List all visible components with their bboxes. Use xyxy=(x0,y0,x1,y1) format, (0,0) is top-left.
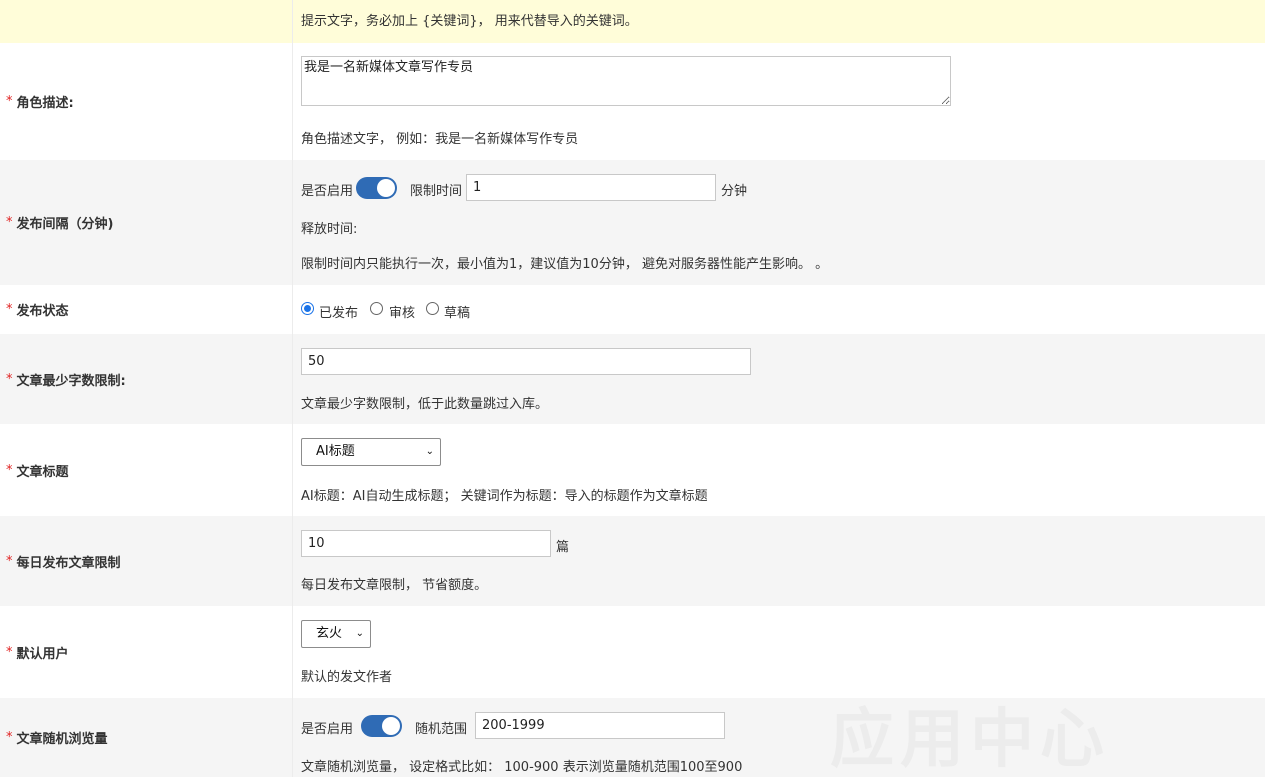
required-mark: * xyxy=(6,462,13,478)
toggle-knob xyxy=(377,179,395,197)
random-views-enable-toggle[interactable] xyxy=(361,715,402,737)
chevron-down-icon: ⌄ xyxy=(355,628,364,639)
min-words-label-text: 文章最少字数限制: xyxy=(16,373,126,389)
status-label-text: 发布状态 xyxy=(16,304,69,319)
required-mark: * xyxy=(6,371,13,387)
default-user-label-text: 默认用户 xyxy=(16,646,69,662)
status-row: * 发布状态 已发布 审核 草稿 xyxy=(0,285,1265,334)
required-mark: * xyxy=(6,94,13,109)
status-radio-draft[interactable] xyxy=(426,302,439,315)
random-views-label: * 文章随机浏览量 xyxy=(0,698,293,777)
daily-limit-label-text: 每日发布文章限制 xyxy=(16,555,121,571)
default-user-label: * 默认用户 xyxy=(0,606,293,698)
required-mark: * xyxy=(6,644,13,660)
title-mode-label-text: 文章标题 xyxy=(16,464,69,480)
daily-limit-input[interactable]: 10 xyxy=(301,530,551,557)
status-option-review[interactable]: 审核 xyxy=(389,302,415,321)
interval-help-text: 限制时间内只能执行一次，最小值为1，建议值为10分钟， 避免对服务器性能产生影响… xyxy=(301,257,829,272)
title-mode-row: * 文章标题 AI标题 ⌄ AI标题：AI自动生成标题； 关键词作为标题：导入的… xyxy=(0,424,1265,516)
status-option-draft[interactable]: 草稿 xyxy=(444,302,470,321)
hint-row: 提示文字，务必加上 {关键词}， 用来代替导入的关键词。 xyxy=(0,0,1265,43)
daily-limit-label: * 每日发布文章限制 xyxy=(0,516,293,606)
toggle-knob xyxy=(382,717,400,735)
role-row: * 角色描述: 我是一名新媒体文章写作专员 角色描述文字， 例如：我是一名新媒体… xyxy=(0,43,1265,160)
title-mode-label: * 文章标题 xyxy=(0,424,293,516)
role-description-textarea[interactable]: 我是一名新媒体文章写作专员 xyxy=(301,56,951,106)
role-help-text: 角色描述文字， 例如：我是一名新媒体写作专员 xyxy=(301,132,579,147)
required-mark: * xyxy=(6,553,13,569)
interval-limit-label: 限制时间 xyxy=(410,184,463,199)
required-mark: * xyxy=(6,302,13,317)
min-words-input[interactable]: 50 xyxy=(301,348,751,375)
title-mode-select[interactable]: AI标题 ⌄ xyxy=(301,438,441,466)
role-label: * 角色描述: xyxy=(0,43,293,160)
interval-enable-label: 是否启用 xyxy=(301,184,354,199)
title-mode-help-text: AI标题：AI自动生成标题； 关键词作为标题：导入的标题作为文章标题 xyxy=(301,489,708,504)
status-option-published[interactable]: 已发布 xyxy=(319,302,358,321)
min-words-label: * 文章最少字数限制: xyxy=(0,334,293,424)
random-views-range-label: 随机范围 xyxy=(415,722,468,737)
random-views-help-text: 文章随机浏览量， 设定格式比如： 100-900 表示浏览量随机范围100至90… xyxy=(301,760,743,775)
watermark-logo: 应用中心 xyxy=(830,703,1110,777)
status-radio-published[interactable] xyxy=(301,302,314,315)
interval-label: * 发布间隔（分钟) xyxy=(0,160,293,285)
interval-release-label: 释放时间: xyxy=(301,222,358,237)
random-views-label-text: 文章随机浏览量 xyxy=(16,732,108,747)
default-user-help-text: 默认的发文作者 xyxy=(301,670,393,685)
daily-limit-help-text: 每日发布文章限制， 节省额度。 xyxy=(301,578,488,593)
interval-label-text: 发布间隔（分钟) xyxy=(16,217,114,232)
required-mark: * xyxy=(6,215,13,230)
default-user-row: * 默认用户 玄火 ⌄ 默认的发文作者 xyxy=(0,606,1265,698)
daily-limit-row: * 每日发布文章限制 10 篇 每日发布文章限制， 节省额度。 xyxy=(0,516,1265,606)
required-mark: * xyxy=(6,730,13,745)
min-words-row: * 文章最少字数限制: 50 文章最少字数限制，低于此数量跳过入库。 xyxy=(0,334,1265,424)
status-radio-review[interactable] xyxy=(370,302,383,315)
random-views-range-input[interactable]: 200-1999 xyxy=(475,712,725,739)
min-words-help-text: 文章最少字数限制，低于此数量跳过入库。 xyxy=(301,397,549,412)
hint-row-value-cell: 提示文字，务必加上 {关键词}， 用来代替导入的关键词。 xyxy=(293,0,1265,43)
interval-row: * 发布间隔（分钟) 是否启用 限制时间 1 分钟 释放时间: 限制时间内只能执… xyxy=(0,160,1265,285)
hint-row-label-cell xyxy=(0,0,293,43)
interval-enable-toggle[interactable] xyxy=(356,177,397,199)
title-mode-selected: AI标题 xyxy=(316,444,355,459)
hint-text: 提示文字，务必加上 {关键词}， 用来代替导入的关键词。 xyxy=(301,14,638,29)
daily-limit-unit: 篇 xyxy=(556,540,570,555)
default-user-selected: 玄火 xyxy=(316,626,343,641)
interval-limit-input[interactable]: 1 xyxy=(466,174,716,201)
random-views-enable-label: 是否启用 xyxy=(301,722,354,737)
chevron-down-icon: ⌄ xyxy=(425,446,434,457)
role-label-text: 角色描述: xyxy=(16,96,74,111)
status-label: * 发布状态 xyxy=(0,285,293,334)
interval-unit: 分钟 xyxy=(721,184,748,199)
default-user-select[interactable]: 玄火 ⌄ xyxy=(301,620,371,648)
